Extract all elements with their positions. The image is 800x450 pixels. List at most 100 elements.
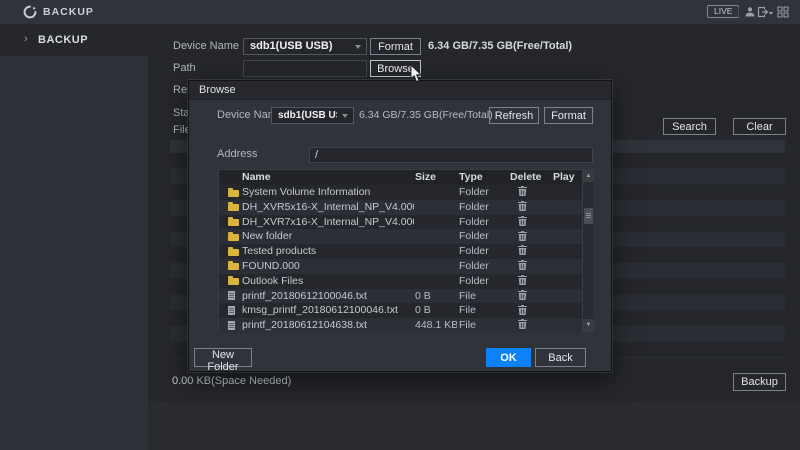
capacity-text: 6.34 GB/7.35 GB(Free/Total) bbox=[428, 38, 572, 55]
dialog-device-name-value: sdb1(USB USB) bbox=[278, 108, 337, 123]
file-table-header: Name Size Type Delete Play bbox=[219, 170, 592, 185]
page-title: BACKUP bbox=[43, 0, 94, 24]
delete-file-button[interactable] bbox=[505, 274, 539, 289]
app-logo-icon bbox=[23, 5, 37, 19]
sidebar: › BACKUP bbox=[0, 24, 148, 450]
chevron-down-icon bbox=[355, 45, 361, 49]
delete-file-button[interactable] bbox=[505, 318, 539, 333]
file-row[interactable]: New folderFolder bbox=[219, 229, 582, 244]
file-name: kmsg_printf_20180612100046.txt bbox=[242, 303, 414, 318]
delete-file-button[interactable] bbox=[505, 244, 539, 259]
sidebar-item-label: BACKUP bbox=[38, 24, 88, 56]
file-row[interactable]: Outlook FilesFolder bbox=[219, 274, 582, 289]
record-label-clipped: Re bbox=[173, 82, 189, 99]
mouse-cursor bbox=[410, 65, 422, 83]
folder-icon bbox=[228, 190, 239, 197]
chevron-right-icon: › bbox=[24, 24, 28, 56]
file-row[interactable]: DH_XVR5x16-X_Internal_NP_V4.000.000... Fo… bbox=[219, 200, 582, 215]
device-name-label: Device Name bbox=[173, 38, 239, 55]
file-type: Folder bbox=[459, 185, 505, 200]
delete-file-button[interactable] bbox=[505, 215, 539, 230]
file-type: Folder bbox=[459, 259, 505, 274]
file-row[interactable]: Tested products Folder bbox=[219, 244, 582, 259]
file-type: File bbox=[459, 318, 505, 333]
file-type: Folder bbox=[459, 200, 505, 215]
table-scrollbar[interactable]: ▲ ▼ bbox=[582, 170, 593, 331]
folder-icon bbox=[228, 278, 239, 285]
ok-button[interactable]: OK bbox=[486, 348, 531, 367]
address-label: Address bbox=[217, 146, 257, 163]
titlebar-separator bbox=[738, 7, 739, 17]
device-name-select[interactable]: sdb1(USB USB) bbox=[243, 38, 367, 55]
delete-file-button[interactable] bbox=[505, 289, 539, 304]
file-name: Tested products bbox=[242, 244, 414, 259]
file-type: File bbox=[459, 289, 505, 304]
column-header-play: Play bbox=[553, 170, 575, 185]
format-button[interactable]: Format bbox=[370, 38, 421, 55]
delete-file-button[interactable] bbox=[505, 303, 539, 318]
dialog-device-name-select[interactable]: sdb1(USB USB) bbox=[271, 107, 354, 124]
delete-file-button[interactable] bbox=[505, 185, 539, 200]
delete-file-button[interactable] bbox=[505, 229, 539, 244]
scroll-up-button[interactable]: ▲ bbox=[583, 170, 594, 182]
search-button[interactable]: Search bbox=[663, 118, 716, 135]
space-needed-text: 0.00 KB(Space Needed) bbox=[172, 375, 291, 387]
live-button[interactable]: LIVE bbox=[707, 5, 739, 18]
back-button[interactable]: Back bbox=[535, 348, 586, 367]
clear-button[interactable]: Clear bbox=[733, 118, 786, 135]
user-icon[interactable] bbox=[744, 6, 756, 18]
start-label-clipped: Sta bbox=[173, 105, 189, 122]
file-table-rows: System Volume InformationFolderDH_XVR5x1… bbox=[219, 185, 582, 333]
file-row[interactable]: printf_20180612104638.txt448.1 KBFile bbox=[219, 318, 582, 333]
file-name: printf_20180612104638.txt bbox=[242, 318, 414, 333]
column-header-delete: Delete bbox=[510, 170, 542, 185]
column-header-name: Name bbox=[242, 170, 271, 185]
file-row[interactable]: printf_20180612100046.txt0 BFile bbox=[219, 289, 582, 304]
file-size: 0 B bbox=[415, 289, 457, 304]
logout-icon[interactable] bbox=[757, 6, 769, 18]
file-row[interactable]: System Volume Information Folder bbox=[219, 185, 582, 200]
path-input[interactable] bbox=[243, 60, 367, 77]
dialog-title: Browse bbox=[189, 81, 611, 100]
scroll-down-button[interactable]: ▼ bbox=[583, 319, 594, 331]
delete-file-button[interactable] bbox=[505, 259, 539, 274]
dvr-backup-screen: BACKUP LIVE › BACKUP Device Name sdb1(US… bbox=[0, 0, 800, 450]
file-icon bbox=[228, 306, 235, 315]
column-header-size: Size bbox=[415, 170, 436, 185]
refresh-button[interactable]: Refresh bbox=[489, 107, 539, 124]
sidebar-item-backup[interactable]: › BACKUP bbox=[0, 24, 148, 56]
folder-icon bbox=[228, 234, 239, 241]
file-name: FOUND.000 bbox=[242, 259, 414, 274]
address-input[interactable] bbox=[309, 147, 593, 163]
layout-grid-icon[interactable] bbox=[777, 6, 789, 18]
file-type: File bbox=[459, 303, 505, 318]
scrollbar-thumb[interactable] bbox=[584, 208, 593, 224]
footer-band bbox=[148, 402, 800, 450]
file-row[interactable]: DH_XVR7x16-X_Internal_NP_V4.000.000...Fo… bbox=[219, 215, 582, 230]
browse-dialog: Browse Device Name sdb1(USB USB) 6.34 GB… bbox=[188, 80, 612, 372]
dialog-titlebar: Browse bbox=[189, 81, 611, 100]
column-header-type: Type bbox=[459, 170, 483, 185]
dialog-format-button[interactable]: Format bbox=[544, 107, 593, 124]
file-name: System Volume Information bbox=[242, 185, 414, 200]
logout-caret-icon[interactable] bbox=[769, 12, 773, 15]
file-type: Folder bbox=[459, 244, 505, 259]
file-type: Folder bbox=[459, 274, 505, 289]
path-label: Path bbox=[173, 60, 196, 77]
file-name: DH_XVR5x16-X_Internal_NP_V4.000.000... bbox=[242, 200, 414, 215]
file-size: 0 B bbox=[415, 303, 457, 318]
file-type: Folder bbox=[459, 229, 505, 244]
device-name-value: sdb1(USB USB) bbox=[250, 39, 350, 54]
file-type: Folder bbox=[459, 215, 505, 230]
file-table: Name Size Type Delete Play System Volume… bbox=[218, 169, 593, 332]
file-icon bbox=[228, 291, 235, 300]
folder-icon bbox=[228, 204, 239, 211]
delete-file-button[interactable] bbox=[505, 200, 539, 215]
file-row[interactable]: FOUND.000 Folder bbox=[219, 259, 582, 274]
folder-icon bbox=[228, 263, 239, 270]
file-name: printf_20180612100046.txt bbox=[242, 289, 414, 304]
new-folder-button[interactable]: New Folder bbox=[194, 348, 252, 367]
chevron-down-icon bbox=[342, 114, 348, 118]
backup-button[interactable]: Backup bbox=[733, 373, 786, 391]
file-row[interactable]: kmsg_printf_20180612100046.txt0 BFile bbox=[219, 303, 582, 318]
